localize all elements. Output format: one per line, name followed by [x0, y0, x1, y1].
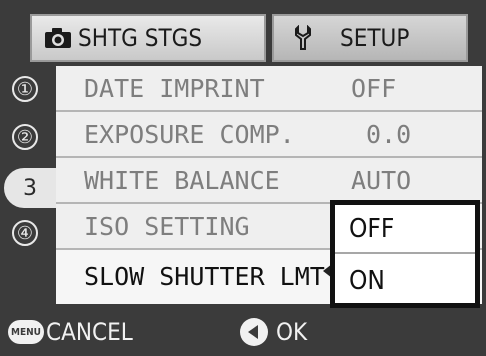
option-on[interactable]: ON — [335, 256, 475, 305]
menu-item-label: DATE IMPRINT — [84, 74, 265, 103]
tab-setup[interactable]: SETUP — [272, 14, 468, 62]
footer-bar: MENU CANCEL OK — [0, 308, 486, 356]
menu-item-label: SLOW SHUTTER LMT — [84, 262, 325, 291]
page-4[interactable]: ④ — [12, 220, 38, 246]
tab-setup-label: SETUP — [340, 24, 410, 52]
page-2[interactable]: ② — [12, 124, 38, 150]
menu-item-value: 0.0 — [366, 120, 412, 149]
option-off[interactable]: OFF — [335, 205, 475, 254]
menu-item-label: WHITE BALANCE — [84, 166, 280, 195]
menu-button-icon: MENU — [8, 320, 44, 344]
menu-item-label: ISO SETTING — [84, 212, 250, 241]
tab-shooting-settings[interactable]: SHTG STGS — [30, 14, 266, 62]
wrench-icon — [292, 25, 314, 51]
camera-icon — [44, 27, 72, 49]
menu-item-value: AUTO — [351, 166, 412, 195]
page-1[interactable]: ① — [12, 76, 38, 102]
page-indicator: ① ② 3 ④ — [0, 70, 56, 304]
menu-item-value: OFF — [351, 74, 397, 103]
left-button-icon — [240, 318, 268, 346]
menu-item-exposure-comp[interactable]: EXPOSURE COMP. 0.0 — [56, 112, 482, 158]
cancel-label[interactable]: CANCEL — [46, 318, 133, 346]
menu-item-date-imprint[interactable]: DATE IMPRINT OFF — [56, 66, 482, 112]
ok-label[interactable]: OK — [276, 318, 307, 346]
page-3-active[interactable]: 3 — [4, 168, 56, 208]
menu-item-white-balance[interactable]: WHITE BALANCE AUTO — [56, 158, 482, 204]
tab-shooting-label: SHTG STGS — [78, 24, 203, 52]
menu-item-label: EXPOSURE COMP. — [84, 120, 295, 149]
slow-shutter-options: OFF ON — [330, 200, 480, 308]
camera-menu-screen: SHTG STGS SETUP ① ② 3 ④ DATE IMPRINT OFF… — [0, 0, 486, 356]
